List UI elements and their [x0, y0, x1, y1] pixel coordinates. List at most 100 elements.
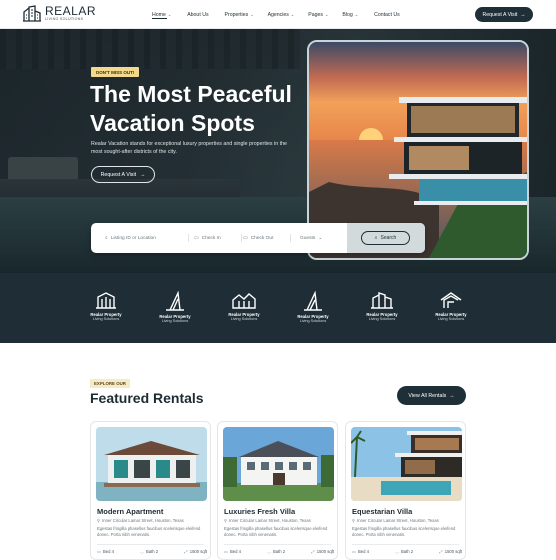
request-visit-button[interactable]: Request A Visit → [475, 7, 533, 22]
bath-count: Bath 2 [400, 549, 414, 554]
guests-label: Guests [300, 235, 316, 241]
rental-card[interactable]: Luxuries Fresh Villa ⚲ Inner Circular La… [217, 421, 338, 560]
partner-logo[interactable]: Realar Property Living Solutions [352, 291, 412, 322]
hero-description: Realar Vacation stands for exceptional l… [91, 141, 287, 155]
arrow-right-icon: → [140, 171, 146, 178]
chevron-down-icon: ⌄ [324, 12, 329, 17]
logo-name: REALAR [45, 4, 97, 19]
area-icon: ⤢ [311, 549, 315, 554]
location-pin-icon: ⚲ [352, 518, 356, 523]
partner-logo[interactable]: Realar Property Living Solutions [214, 291, 274, 322]
nav-home[interactable]: Home ⌄ [152, 0, 171, 29]
rental-meta: ▭ Bed 4 ◡ Bath 2 ⤢ 1500 sqft [224, 549, 334, 554]
partner-logo[interactable]: Realar Property Living Solutions [145, 291, 205, 324]
area-icon: ⤢ [184, 549, 188, 554]
arrow-right-icon: → [449, 392, 455, 399]
bed-count: Bed 4 [229, 549, 241, 554]
partner-logo[interactable]: Realar Property Living Solutions [421, 291, 481, 322]
address-text: Inner Circular Lamar Street, Houston, Te… [102, 518, 184, 523]
nav-about[interactable]: About Us [187, 0, 208, 29]
partner-sub: Living Solutions [437, 317, 465, 321]
button-label: View All Rentals [408, 392, 447, 399]
bed-icon: ▭ [224, 549, 228, 554]
building-icon [166, 291, 184, 311]
featured-badge: EXPLORE OUR [90, 379, 130, 388]
header: REALAR LIVING SOLUTIONS Home ⌄ About Us P… [0, 0, 556, 29]
partner-sub: Living Solutions [161, 319, 189, 323]
building-icon [371, 292, 393, 309]
building-icon [96, 292, 116, 309]
rental-address: ⚲ Inner Circular Lamar Street, Houston, … [97, 518, 184, 523]
area-size: 1500 sqft [189, 549, 207, 554]
nav-label: Pages [308, 11, 323, 18]
rental-card[interactable]: Modern Apartment ⚲ Inner Circular Lamar … [90, 421, 211, 560]
address-text: Inner Circular Lamar Street, Houston, Te… [229, 518, 311, 523]
nav-blog[interactable]: Blog ⌄ [342, 0, 358, 29]
button-label: Request A Visit [482, 11, 518, 18]
hero-request-visit-button[interactable]: Request A Visit → [91, 166, 155, 183]
location-pin-icon: ⚲ [224, 518, 228, 523]
hero-badge: DON'T MISS OUT! [91, 67, 140, 77]
bath-icon: ◡ [140, 549, 144, 554]
partner-sub: Living Solutions [299, 319, 327, 323]
partner-sub: Living Solutions [230, 317, 258, 321]
listing-field[interactable]: ⌕ Listing ID or Location [105, 223, 156, 253]
bath-count: Bath 2 [272, 549, 286, 554]
rental-name: Luxuries Fresh Villa [224, 507, 296, 516]
guests-select[interactable]: Guests ⌄ [300, 223, 322, 253]
rental-meta: ▭ Bed 4 ◡ Bath 2 ⤢ 1500 sqft [352, 549, 462, 554]
chevron-down-icon: ⌄ [167, 12, 172, 17]
nav-contact[interactable]: Contact Us [374, 0, 400, 29]
chevron-down-icon: ⌄ [318, 235, 323, 241]
hero-title: The Most Peaceful Vacation Spots [90, 81, 292, 136]
building-icon [440, 292, 462, 308]
building-icon [232, 293, 256, 309]
address-text: Inner Circular Lamar Street, Houston, Te… [357, 518, 439, 523]
nav-properties[interactable]: Properties ⌄ [225, 0, 254, 29]
partner-logo[interactable]: Realar Property Living Solutions [283, 291, 343, 324]
nav-label: About Us [187, 11, 209, 18]
check-out-field[interactable]: ▭ Check Out [243, 223, 273, 253]
nav-agencies[interactable]: Agencies ⌄ [268, 0, 295, 29]
partner-logo[interactable]: Realar Property Living Solutions [76, 291, 136, 322]
main-nav: Home ⌄ About Us Properties ⌄ Agencies ⌄ Pag… [152, 0, 400, 29]
location-pin-icon: ⚲ [97, 518, 101, 523]
rental-address: ⚲ Inner Circular Lamar Street, Houston, … [352, 518, 439, 523]
check-in-label: Check In [201, 235, 221, 241]
bed-count: Bed 4 [357, 549, 369, 554]
nav-label: Home [152, 11, 166, 18]
chevron-down-icon: ⌄ [354, 12, 359, 17]
rental-description: Egestas fringilla phasellus faucibus sce… [352, 526, 456, 537]
rental-card[interactable]: Equestarian Villa ⚲ Inner Circular Lamar… [345, 421, 466, 560]
search-button-label: Search [380, 235, 397, 241]
nav-label: Contact Us [374, 11, 400, 18]
check-in-field[interactable]: ▭ Check In [194, 223, 221, 253]
area-size: 1500 sqft [444, 549, 462, 554]
chevron-down-icon: ⌄ [290, 12, 295, 17]
bath-icon: ◡ [267, 549, 271, 554]
partner-sub: Living Solutions [92, 317, 120, 321]
rental-description: Egestas fringilla phasellus faucibus sce… [97, 526, 201, 537]
area-icon: ⤢ [439, 549, 443, 554]
view-all-rentals-button[interactable]: View All Rentals → [397, 386, 466, 405]
button-label: Request A Visit [100, 171, 137, 178]
featured-title: Featured Rentals [90, 390, 204, 406]
nav-pages[interactable]: Pages ⌄ [308, 0, 328, 29]
logo[interactable]: REALAR LIVING SOLUTIONS [23, 5, 96, 22]
arrow-right-icon: → [520, 11, 526, 18]
rental-image [223, 427, 334, 501]
nav-label: Blog [342, 11, 353, 18]
location-pin-icon: ⌕ [105, 235, 108, 241]
listing-placeholder: Listing ID or Location [110, 235, 156, 241]
rental-name: Equestarian Villa [352, 507, 413, 516]
building-icon [304, 291, 322, 311]
bed-icon: ▭ [352, 549, 356, 554]
bed-icon: ▭ [97, 549, 101, 554]
rental-image [96, 427, 207, 501]
bath-icon: ◡ [395, 549, 399, 554]
search-button[interactable]: ⌕ Search [361, 231, 410, 245]
partner-sub: Living Solutions [368, 317, 396, 321]
partners-strip: Realar Property Living Solutions Realar … [0, 273, 556, 343]
check-out-label: Check Out [250, 235, 274, 241]
search-icon: ⌕ [374, 235, 378, 241]
